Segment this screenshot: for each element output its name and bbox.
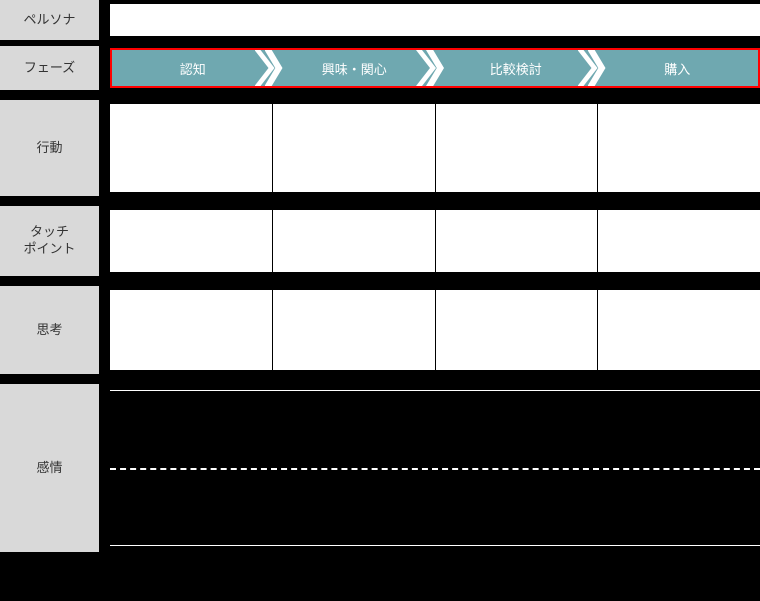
row-thinking: 思考: [0, 286, 760, 374]
phase-step-2: 興味・関心: [274, 50, 436, 86]
action-cell-4: [598, 104, 760, 192]
emotion-baseline: [110, 468, 760, 470]
thinking-cell-4: [598, 290, 760, 370]
touchpoint-cell-3: [436, 210, 598, 272]
phase-content: 認知 興味・関心 比較検討 購入: [100, 46, 760, 90]
action-cell-3: [436, 104, 598, 192]
action-cell-1: [110, 104, 272, 192]
label-persona: ペルソナ: [0, 0, 100, 40]
label-touchpoint: タッチ ポイント: [0, 206, 100, 276]
thinking-cells: [110, 290, 760, 370]
row-phase: フェーズ 認知 興味・関心 比較検討 購入: [0, 46, 760, 90]
row-touchpoint: タッチ ポイント: [0, 206, 760, 276]
action-cells: [110, 104, 760, 192]
touchpoint-cell-4: [598, 210, 760, 272]
phase-step-4-label: 購入: [664, 59, 690, 78]
phase-step-1: 認知: [112, 50, 274, 86]
row-action: 行動: [0, 100, 760, 196]
phase-step-4: 購入: [597, 50, 759, 86]
emotion-content: [100, 384, 760, 552]
row-persona: ペルソナ: [0, 0, 760, 40]
phase-step-3-label: 比較検討: [490, 59, 542, 78]
phase-step-1-label: 認知: [180, 59, 206, 78]
phase-step-2-label: 興味・関心: [322, 59, 387, 78]
label-emotion: 感情: [0, 384, 100, 552]
thinking-cell-1: [110, 290, 272, 370]
phase-arrow-strip: 認知 興味・関心 比較検討 購入: [110, 48, 760, 88]
phase-step-3: 比較検討: [435, 50, 597, 86]
action-cell-2: [273, 104, 435, 192]
action-content: [100, 100, 760, 196]
touchpoint-cell-1: [110, 210, 272, 272]
touchpoint-cells: [110, 210, 760, 272]
thinking-cell-2: [273, 290, 435, 370]
label-phase: フェーズ: [0, 46, 100, 90]
thinking-cell-3: [436, 290, 598, 370]
emotion-chart-area: [110, 390, 760, 546]
touchpoint-cell-2: [273, 210, 435, 272]
customer-journey-map: ペルソナ フェーズ 認知 興味・関心 比較検討: [0, 0, 760, 552]
label-action: 行動: [0, 100, 100, 196]
thinking-content: [100, 286, 760, 374]
label-thinking: 思考: [0, 286, 100, 374]
persona-content: [100, 0, 760, 40]
touchpoint-content: [100, 206, 760, 276]
persona-cell: [110, 4, 760, 36]
row-emotion: 感情: [0, 384, 760, 552]
